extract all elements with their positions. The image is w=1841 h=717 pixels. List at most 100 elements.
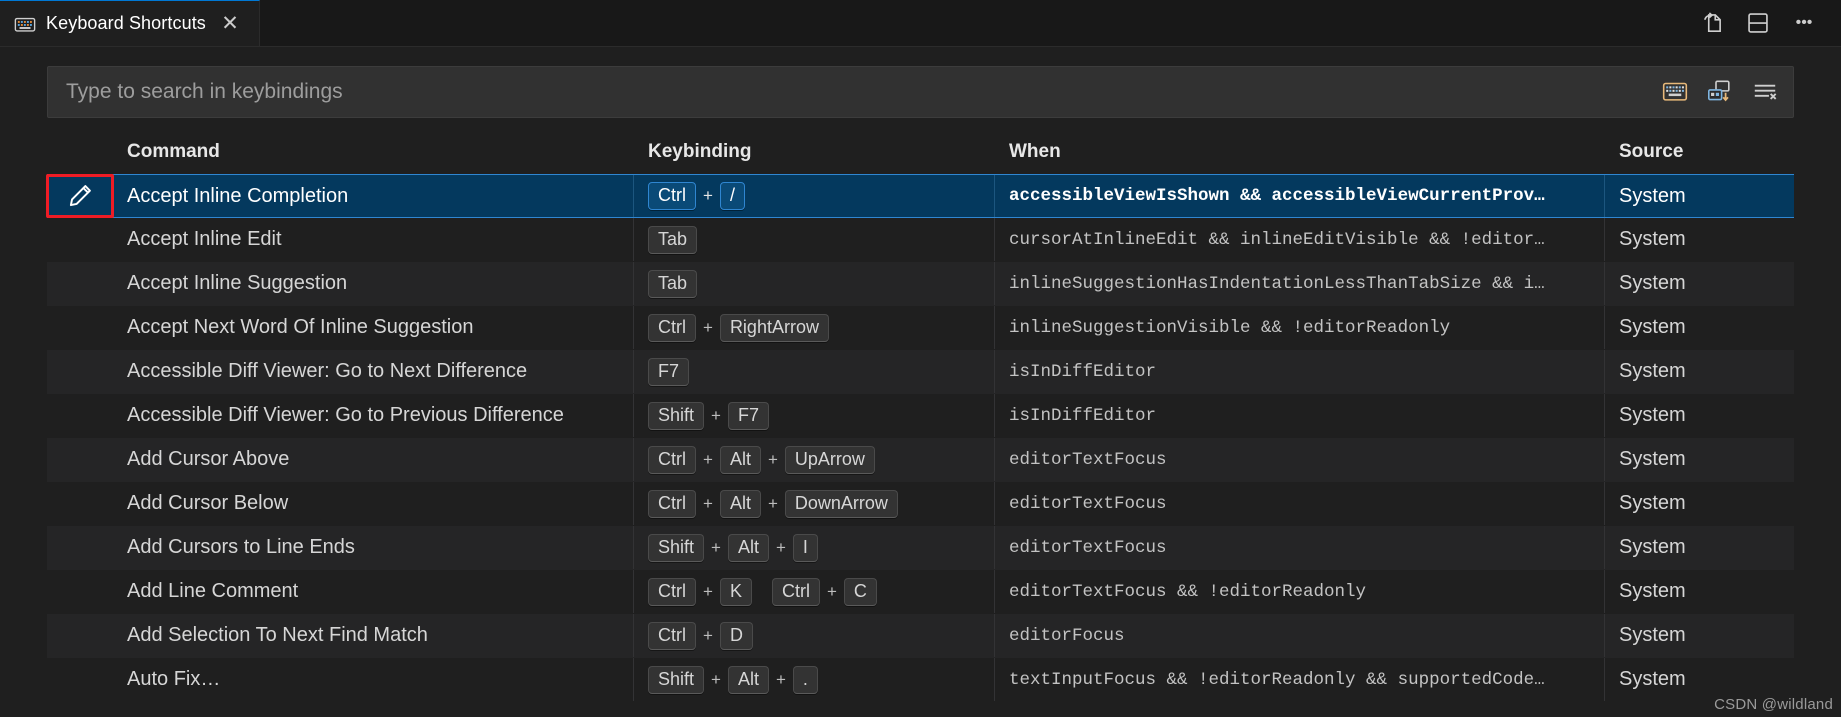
keyboard-icon bbox=[14, 13, 36, 35]
command-label: Auto Fix… bbox=[127, 668, 221, 690]
source-label: System bbox=[1619, 228, 1686, 250]
keybinding-chord: Ctrl + Alt + UpArrow bbox=[648, 445, 875, 474]
table-row[interactable]: Auto Fix… Shift + Alt +. textInputFocus && !e… bbox=[47, 658, 1794, 702]
key-separator: + bbox=[711, 669, 721, 689]
source-label: System bbox=[1619, 492, 1686, 514]
cell-when: editorTextFocus bbox=[995, 482, 1605, 525]
key-separator: + bbox=[767, 449, 778, 469]
key-chip: Alt bbox=[727, 665, 769, 694]
key-separator: + bbox=[703, 581, 713, 601]
keybindings-search-box[interactable] bbox=[47, 66, 1794, 118]
command-label: Accessible Diff Viewer: Go to Previous D… bbox=[127, 404, 564, 426]
key-separator: + bbox=[703, 625, 713, 645]
key-chip: Ctrl bbox=[648, 489, 696, 518]
keybinding-chips: Tab bbox=[648, 225, 698, 254]
key-chip: Shift bbox=[648, 665, 705, 694]
command-label: Add Cursor Above bbox=[127, 448, 290, 470]
more-actions-icon[interactable]: ••• bbox=[1789, 8, 1819, 38]
keybinding-chips: Ctrl + D bbox=[648, 621, 753, 650]
table-body: Accept Inline Completion Ctrl + / accessible… bbox=[47, 174, 1794, 702]
search-input[interactable] bbox=[66, 80, 1649, 104]
clear-keybindings-search-icon[interactable] bbox=[1751, 78, 1779, 106]
split-editor-down-icon[interactable] bbox=[1743, 8, 1773, 38]
key-chip: . bbox=[792, 665, 818, 694]
table-header: Command Keybinding When Source bbox=[47, 130, 1794, 174]
command-label: Accept Next Word Of Inline Suggestion bbox=[127, 316, 474, 338]
cell-command: Accessible Diff Viewer: Go to Next Diffe… bbox=[113, 350, 634, 393]
open-changes-icon[interactable] bbox=[1697, 8, 1727, 38]
keybinding-chips: Ctrl + Alt + UpArrow bbox=[648, 445, 875, 474]
key-chip: Ctrl bbox=[648, 182, 696, 210]
when-expression: editorTextFocus bbox=[1009, 493, 1167, 514]
table-row[interactable]: Accept Next Word Of Inline Suggestion Ctr… bbox=[47, 306, 1794, 350]
cell-command: Accept Next Word Of Inline Suggestion bbox=[113, 306, 634, 349]
source-label: System bbox=[1619, 316, 1686, 338]
key-chip: Alt bbox=[719, 489, 761, 518]
cell-command: Add Cursor Below bbox=[113, 482, 634, 525]
key-chip: Alt bbox=[727, 533, 769, 562]
keybinding-chips: Shift + F7 bbox=[648, 401, 769, 430]
keybinding-chips: Ctrl + / bbox=[648, 182, 745, 210]
cell-command: Add Line Comment bbox=[113, 570, 634, 613]
table-row[interactable]: Add Cursor Above Ctrl + Alt + UpArrow editorTe… bbox=[47, 438, 1794, 482]
table-row[interactable]: Accessible Diff Viewer: Go to Previous D… bbox=[47, 394, 1794, 438]
when-expression: editorTextFocus bbox=[1009, 537, 1167, 558]
key-chip: K bbox=[719, 577, 752, 606]
row-action-placeholder bbox=[47, 262, 113, 305]
table-row[interactable]: Add Line Comment Ctrl + K Ctrl + CeditorTextFo… bbox=[47, 570, 1794, 614]
key-chip: RightArrow bbox=[719, 313, 829, 342]
key-chip: Alt bbox=[719, 445, 761, 474]
column-header-keybinding[interactable]: Keybinding bbox=[634, 141, 995, 163]
table-row[interactable]: Accept Inline Completion Ctrl + / accessible… bbox=[47, 174, 1794, 218]
cell-source: System bbox=[1605, 175, 1794, 217]
cell-keybinding: Shift + Alt + I bbox=[634, 526, 995, 569]
key-chip: Tab bbox=[648, 225, 698, 254]
keybindings-table: Command Keybinding When Source Accept In… bbox=[46, 130, 1794, 702]
cell-source: System bbox=[1605, 570, 1794, 613]
key-separator: + bbox=[775, 537, 786, 557]
close-icon[interactable]: ✕ bbox=[217, 11, 243, 37]
row-action-placeholder bbox=[47, 350, 113, 393]
editor-tab-bar: Keyboard Shortcuts ✕ ••• bbox=[0, 0, 1841, 47]
table-row[interactable]: Add Cursors to Line Ends Shift + Alt + Iedito… bbox=[47, 526, 1794, 570]
cell-source: System bbox=[1605, 262, 1794, 305]
record-keys-icon[interactable] bbox=[1661, 78, 1689, 106]
keybinding-chips: Tab bbox=[648, 269, 698, 298]
keybinding-chips: F7 bbox=[648, 357, 690, 386]
cell-source: System bbox=[1605, 482, 1794, 525]
sort-by-precedence-icon[interactable] bbox=[1706, 78, 1734, 106]
table-row[interactable]: Accept Inline Edit Tab cursorAtInlineEdit … bbox=[47, 218, 1794, 262]
keybinding-chord: Ctrl + D bbox=[648, 621, 753, 650]
cell-when: editorTextFocus bbox=[995, 526, 1605, 569]
row-action-placeholder bbox=[47, 394, 113, 437]
key-chip: Ctrl bbox=[648, 621, 696, 650]
table-row[interactable]: Add Cursor Below Ctrl + Alt + DownArrow editor… bbox=[47, 482, 1794, 526]
cell-source: System bbox=[1605, 218, 1794, 261]
keyboard-shortcuts-editor: Keyboard Shortcuts ✕ ••• Type to search … bbox=[0, 0, 1841, 717]
key-chip: D bbox=[719, 621, 753, 650]
cell-when: inlineSuggestionVisible && !editorReadon… bbox=[995, 306, 1605, 349]
key-chip: Ctrl bbox=[648, 577, 696, 606]
keybinding-chord: Ctrl + K bbox=[648, 577, 752, 606]
cell-command: Auto Fix… bbox=[113, 658, 634, 701]
column-header-command[interactable]: Command bbox=[113, 141, 634, 163]
keybinding-chips: Ctrl + RightArrow bbox=[648, 313, 829, 342]
column-header-when[interactable]: When bbox=[995, 141, 1605, 163]
table-row[interactable]: Add Selection To Next Find Match Ctrl + Ded… bbox=[47, 614, 1794, 658]
tab-keyboard-shortcuts[interactable]: Keyboard Shortcuts ✕ bbox=[0, 0, 260, 46]
cell-source: System bbox=[1605, 526, 1794, 569]
when-expression: textInputFocus && !editorReadonly && sup… bbox=[1009, 669, 1545, 690]
table-row[interactable]: Accessible Diff Viewer: Go to Next Diffe… bbox=[47, 350, 1794, 394]
tab-label: Keyboard Shortcuts bbox=[46, 13, 206, 33]
source-label: System bbox=[1619, 404, 1686, 426]
table-row[interactable]: Accept Inline Suggestion Tab inlineSuggest… bbox=[47, 262, 1794, 306]
pencil-icon[interactable] bbox=[47, 175, 113, 217]
row-action-placeholder bbox=[47, 570, 113, 613]
command-label: Accept Inline Edit bbox=[127, 228, 282, 250]
source-label: System bbox=[1619, 624, 1686, 646]
cell-source: System bbox=[1605, 658, 1794, 701]
key-chip: F7 bbox=[648, 357, 690, 386]
when-expression: accessibleViewIsShown && accessibleViewC… bbox=[1009, 186, 1545, 206]
column-header-source[interactable]: Source bbox=[1605, 141, 1794, 163]
cell-command: Add Cursors to Line Ends bbox=[113, 526, 634, 569]
